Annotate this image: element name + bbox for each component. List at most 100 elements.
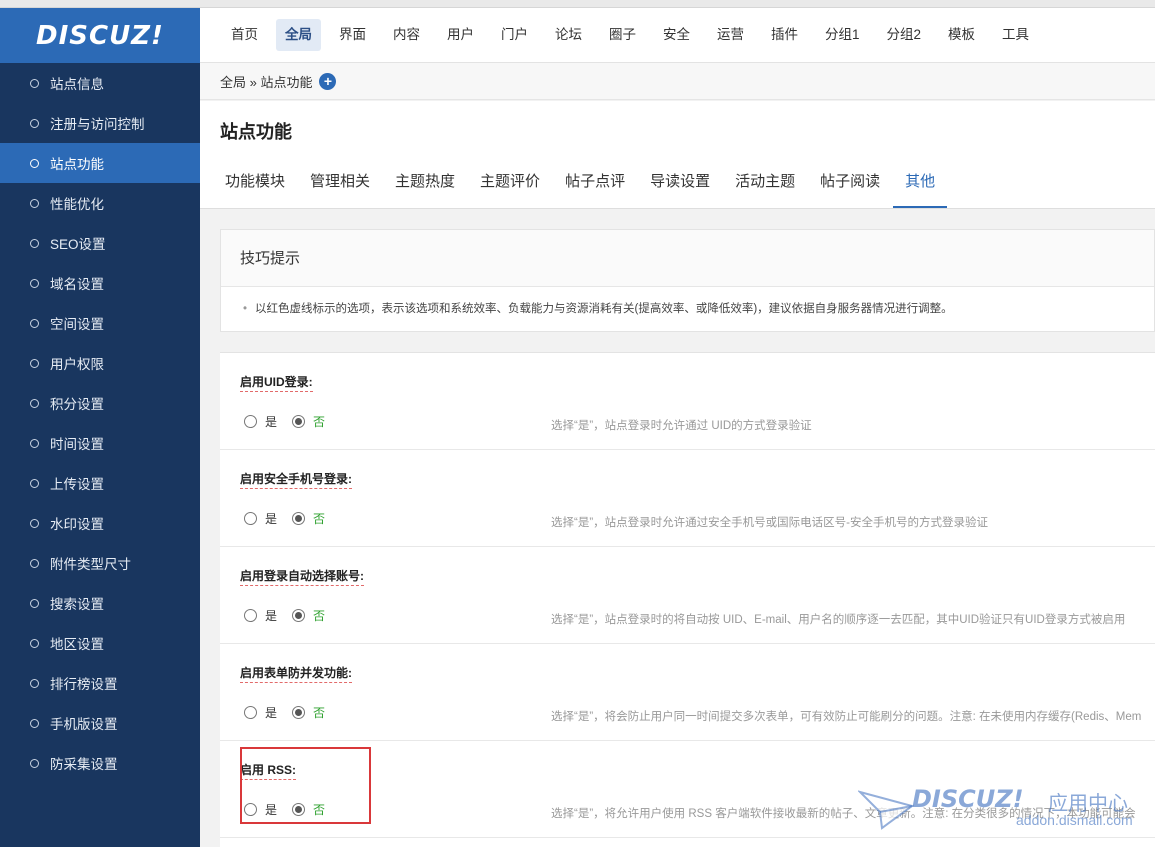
sidebar-item-label: 站点功能	[50, 157, 104, 172]
sidebar-item-ranking[interactable]: 排行榜设置	[0, 663, 200, 703]
sidebar-item-label: 搜索设置	[50, 597, 104, 612]
plus-circle-icon[interactable]: +	[319, 72, 337, 90]
radio-yes[interactable]	[244, 512, 257, 525]
tab-thread-rating[interactable]: 主题评价	[468, 161, 552, 208]
setting-phone-login: 启用安全手机号登录: 是 否 选择“是”，站点登录时允许通过安全手机号或国际电话…	[220, 450, 1155, 547]
sidebar-item-credits[interactable]: 积分设置	[0, 383, 200, 423]
setting-description: 选择“是”，将会防止用户同一时间提交多次表单，可有效防止可能刷分的问题。注意: …	[551, 711, 1142, 723]
tips-text: 以红色虚线标示的选项，表示该选项和系统效率、负载能力与资源消耗有关(提高效率、或…	[255, 303, 953, 315]
circle-bullet-icon	[30, 318, 39, 328]
logo-text: DISCUZ!	[36, 20, 164, 51]
sidebar-item-label: 积分设置	[50, 397, 104, 412]
radio-yes[interactable]	[244, 706, 257, 719]
nav-forum[interactable]: 论坛	[546, 19, 591, 51]
sidebar-item-label: 用户权限	[50, 357, 104, 372]
radio-no[interactable]	[292, 706, 306, 719]
tab-management[interactable]: 管理相关	[298, 161, 382, 208]
circle-bullet-icon	[30, 438, 39, 448]
nav-group2[interactable]: 分组2	[878, 19, 931, 51]
nav-interface[interactable]: 界面	[330, 19, 375, 51]
circle-bullet-icon	[30, 118, 39, 128]
option-no[interactable]: 否	[292, 413, 325, 430]
circle-bullet-icon	[30, 638, 39, 648]
sidebar-item-site-info[interactable]: 站点信息	[0, 63, 200, 103]
sidebar-item-register-access[interactable]: 注册与访问控制	[0, 103, 200, 143]
nav-portal[interactable]: 门户	[492, 19, 537, 51]
option-yes-label: 是	[265, 706, 278, 720]
option-yes[interactable]: 是	[244, 607, 277, 624]
circle-bullet-icon	[30, 758, 39, 768]
nav-users[interactable]: 用户	[438, 19, 483, 51]
rss-highlight-annotation	[240, 747, 371, 824]
breadcrumb-text[interactable]: 全局 » 站点功能	[220, 72, 312, 91]
setting-label: 启用安全手机号登录:	[240, 470, 352, 489]
tab-other[interactable]: 其他	[893, 161, 948, 208]
sidebar-item-attachment-types[interactable]: 附件类型尺寸	[0, 543, 200, 583]
page-header: 站点功能 功能模块 管理相关 主题热度 主题评价 帖子点评 导读设置 活动主题 …	[200, 101, 1155, 209]
radio-no[interactable]	[292, 609, 306, 622]
tab-guide-settings[interactable]: 导读设置	[638, 161, 722, 208]
sidebar-item-site-features[interactable]: 站点功能	[0, 143, 200, 183]
nav-groups[interactable]: 圈子	[600, 19, 645, 51]
sidebar-item-mobile[interactable]: 手机版设置	[0, 703, 200, 743]
option-yes-label: 是	[265, 512, 278, 526]
circle-bullet-icon	[30, 238, 39, 248]
sidebar-item-domain[interactable]: 域名设置	[0, 263, 200, 303]
sidebar-item-space[interactable]: 空间设置	[0, 303, 200, 343]
tab-bar: 功能模块 管理相关 主题热度 主题评价 帖子点评 导读设置 活动主题 帖子阅读 …	[213, 161, 948, 208]
nav-security[interactable]: 安全	[654, 19, 699, 51]
option-yes[interactable]: 是	[244, 510, 277, 527]
nav-home[interactable]: 首页	[222, 19, 267, 51]
sidebar-item-seo[interactable]: SEO设置	[0, 223, 200, 263]
sidebar-item-label: 性能优化	[50, 197, 104, 212]
option-no-label: 否	[313, 706, 326, 720]
setting-label: 启用登录自动选择账号:	[240, 567, 364, 586]
sidebar-item-user-permissions[interactable]: 用户权限	[0, 343, 200, 383]
circle-bullet-icon	[30, 398, 39, 408]
nav-global[interactable]: 全局	[276, 19, 321, 51]
sidebar-item-upload[interactable]: 上传设置	[0, 463, 200, 503]
discuz-logo[interactable]: DISCUZ!	[0, 8, 200, 63]
top-nav: 首页 全局 界面 内容 用户 门户 论坛 圈子 安全 运营 插件 分组1 分组2…	[200, 8, 1155, 63]
tab-feature-modules[interactable]: 功能模块	[213, 161, 297, 208]
circle-bullet-icon	[30, 558, 39, 568]
option-no[interactable]: 否	[292, 607, 325, 624]
sidebar-item-label: 上传设置	[50, 477, 104, 492]
sidebar-item-label: 手机版设置	[50, 717, 118, 732]
option-no-label: 否	[313, 415, 326, 429]
nav-group1[interactable]: 分组1	[816, 19, 869, 51]
option-yes-label: 是	[265, 609, 278, 623]
tab-thread-heat[interactable]: 主题热度	[383, 161, 467, 208]
option-yes[interactable]: 是	[244, 704, 277, 721]
tab-activity-threads[interactable]: 活动主题	[723, 161, 807, 208]
nav-templates[interactable]: 模板	[939, 19, 984, 51]
sidebar-item-label: 附件类型尺寸	[50, 557, 131, 572]
option-no-label: 否	[313, 512, 326, 526]
sidebar-item-performance[interactable]: 性能优化	[0, 183, 200, 223]
option-no[interactable]: 否	[292, 704, 325, 721]
sidebar-item-label: 防采集设置	[50, 757, 118, 772]
sidebar-item-region[interactable]: 地区设置	[0, 623, 200, 663]
setting-description: 选择“是”，站点登录时允许通过安全手机号或国际电话区号-安全手机号的方式登录验证	[551, 517, 988, 529]
radio-yes[interactable]	[244, 415, 257, 428]
radio-yes[interactable]	[244, 609, 257, 622]
sidebar-item-search[interactable]: 搜索设置	[0, 583, 200, 623]
option-no[interactable]: 否	[292, 510, 325, 527]
sidebar-item-watermark[interactable]: 水印设置	[0, 503, 200, 543]
browser-chrome-strip	[0, 0, 1155, 8]
radio-no[interactable]	[292, 415, 306, 428]
nav-operations[interactable]: 运营	[708, 19, 753, 51]
radio-no[interactable]	[292, 512, 306, 525]
sidebar-item-time[interactable]: 时间设置	[0, 423, 200, 463]
option-yes[interactable]: 是	[244, 413, 277, 430]
nav-content[interactable]: 内容	[384, 19, 429, 51]
sidebar-item-anti-scraping[interactable]: 防采集设置	[0, 743, 200, 783]
nav-tools[interactable]: 工具	[993, 19, 1038, 51]
sidebar-item-label: 时间设置	[50, 437, 104, 452]
tab-post-reading[interactable]: 帖子阅读	[808, 161, 892, 208]
nav-plugins[interactable]: 插件	[762, 19, 807, 51]
tab-post-comments[interactable]: 帖子点评	[553, 161, 637, 208]
circle-bullet-icon	[30, 718, 39, 728]
setting-uid-login: 启用UID登录: 是 否 选择“是”，站点登录时允许通过 UID的方式登录验证	[220, 353, 1155, 450]
sidebar-item-label: 域名设置	[50, 277, 104, 292]
